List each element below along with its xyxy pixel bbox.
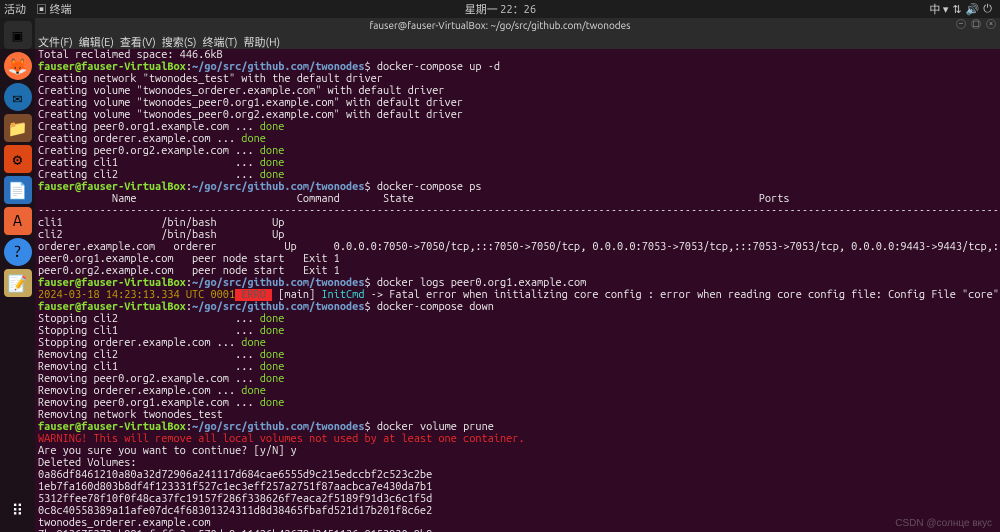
terminal-output[interactable]: Total reclaimed space: 446.6kB fauser@fa…	[35, 49, 1000, 532]
launcher-dock: ▣ 🦊 ✉ 📁 ⚙ 📄 A ? 📝 ⠿	[0, 18, 35, 532]
window-titlebar: fauser@fauser-VirtualBox: ~/go/src/githu…	[0, 18, 1000, 34]
dock-terminal-icon[interactable]: ▣	[4, 21, 32, 49]
terminal-menubar: 文件(F) 编辑(E) 查看(V) 搜索(S) 终端(T) 帮助(H)	[0, 34, 1000, 49]
power-icon[interactable]: ⏻	[983, 3, 992, 16]
menu-view[interactable]: 查看(V)	[120, 34, 156, 50]
terminal-icon: ▣	[36, 4, 47, 16]
app-indicator[interactable]: ▣ 终端	[36, 1, 72, 17]
watermark: CSDN @солнце вкус	[895, 518, 992, 529]
activities-button[interactable]: 活动	[4, 1, 26, 17]
close-button[interactable]: ×	[986, 19, 996, 29]
show-applications-icon[interactable]: ⠿	[4, 496, 32, 524]
network-icon[interactable]: ⇅	[952, 3, 961, 16]
window-title: fauser@fauser-VirtualBox: ~/go/src/githu…	[369, 20, 630, 31]
dock-libreoffice-icon[interactable]: 📄	[4, 176, 32, 204]
clock[interactable]: 星期一 22：26	[72, 1, 930, 17]
sound-icon[interactable]: 🔊	[966, 3, 980, 16]
menu-terminal[interactable]: 终端(T)	[202, 34, 237, 50]
dock-firefox-icon[interactable]: 🦊	[4, 52, 32, 80]
dock-files-icon[interactable]: 📁	[4, 114, 32, 142]
dock-settings-icon[interactable]: ⚙	[4, 145, 32, 173]
menu-search[interactable]: 搜索(S)	[162, 34, 197, 50]
maximize-button[interactable]: ▢	[971, 19, 981, 29]
menu-file[interactable]: 文件(F)	[38, 34, 73, 50]
minimize-button[interactable]: –	[956, 19, 966, 29]
menu-help[interactable]: 帮助(H)	[244, 34, 281, 50]
menu-edit[interactable]: 编辑(E)	[79, 34, 114, 50]
dock-software-icon[interactable]: A	[4, 207, 32, 235]
system-topbar: 活动 ▣ 终端 星期一 22：26 中 ▾ ⇅ 🔊 ⏻	[0, 0, 1000, 18]
dock-thunderbird-icon[interactable]: ✉	[4, 83, 32, 111]
dock-text-editor-icon[interactable]: 📝	[4, 269, 32, 297]
input-method-indicator[interactable]: 中 ▾	[929, 1, 948, 17]
dock-help-icon[interactable]: ?	[4, 238, 32, 266]
